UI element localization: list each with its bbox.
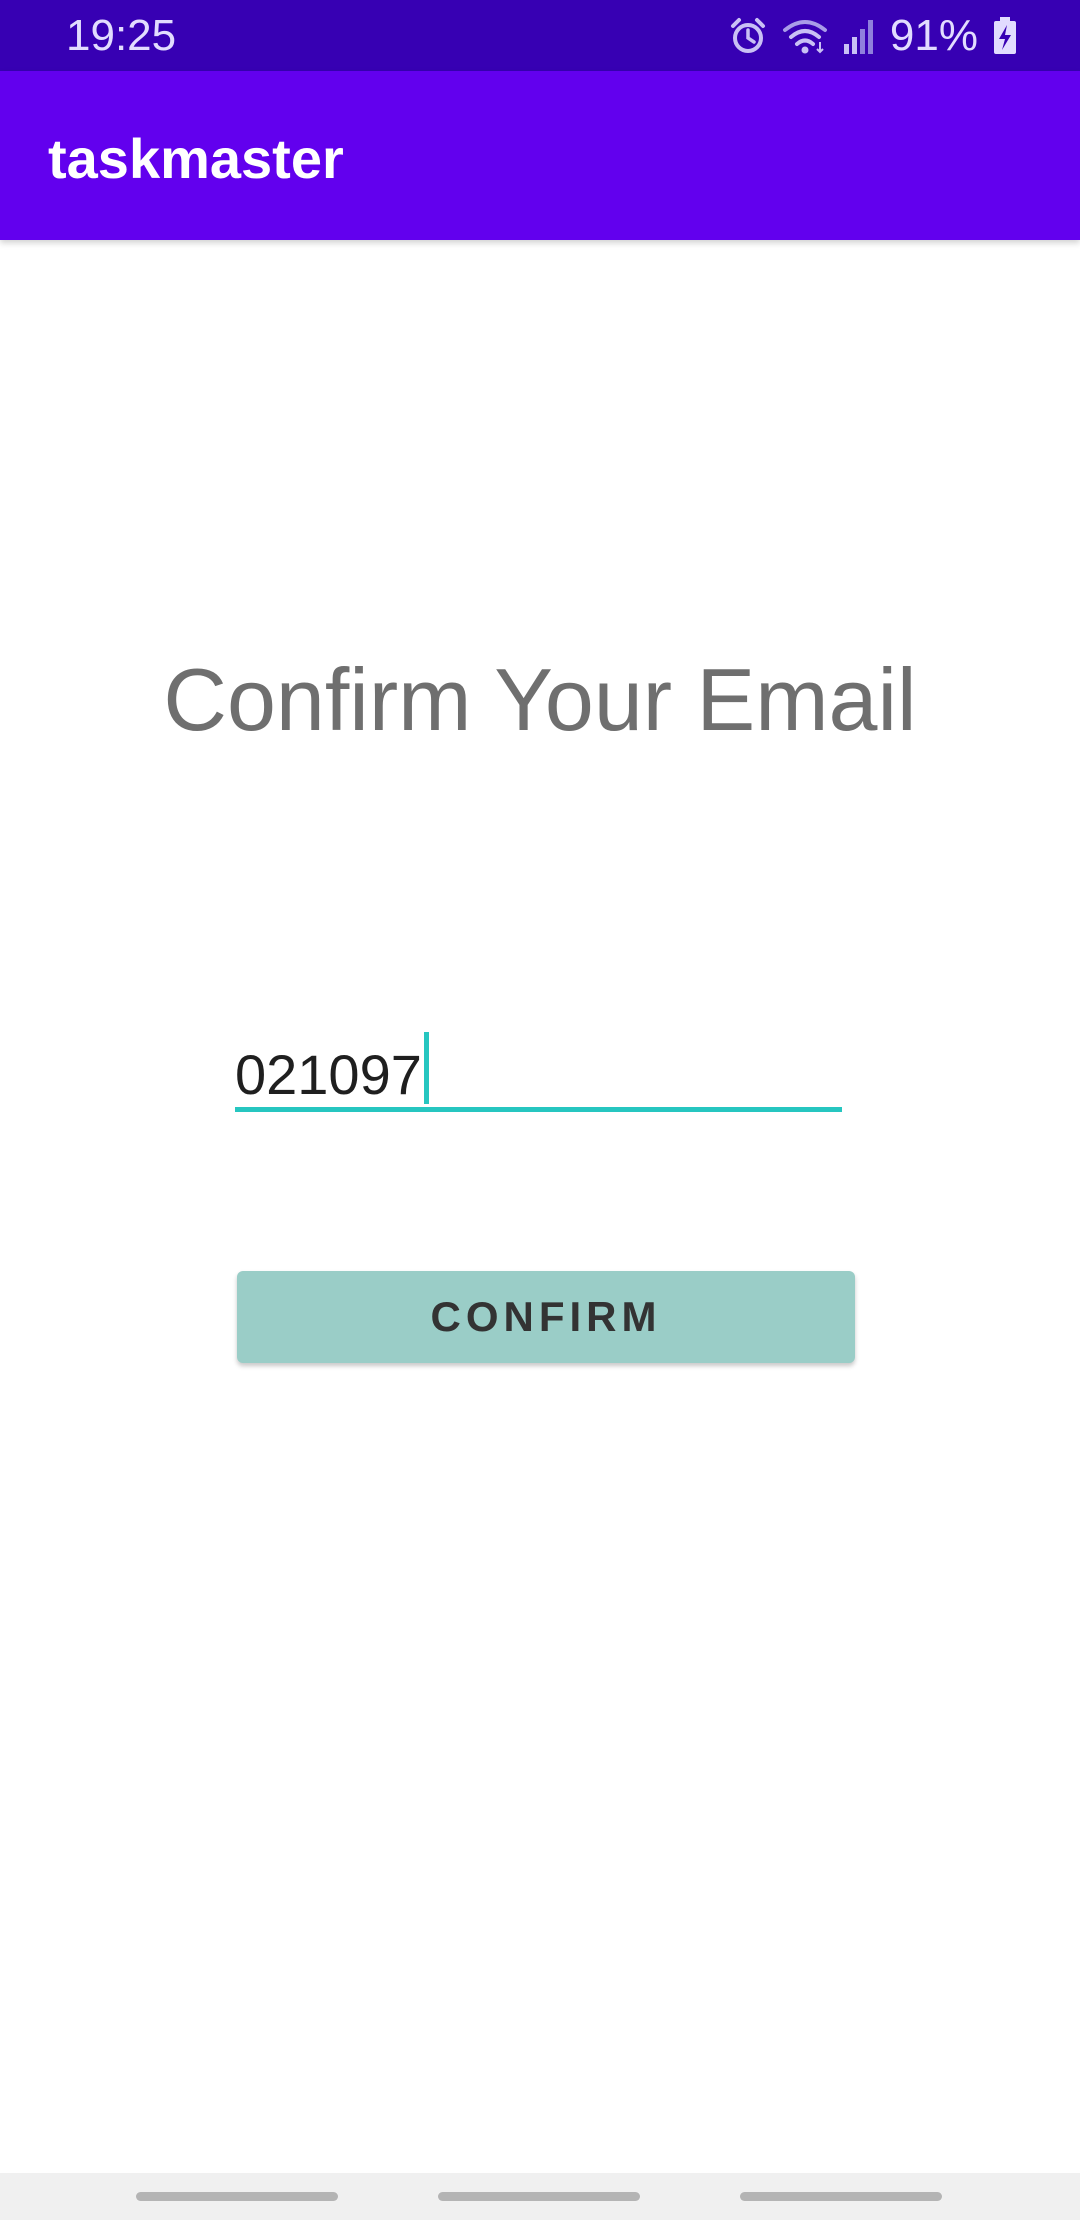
signal-icon: [842, 16, 876, 56]
navigation-bar: [0, 2173, 1080, 2220]
status-bar: 19:25 91%: [0, 0, 1080, 71]
confirm-button[interactable]: CONFIRM: [237, 1271, 855, 1363]
app-bar: taskmaster: [0, 71, 1080, 240]
page-title: Confirm Your Email: [163, 650, 917, 749]
nav-handle-left[interactable]: [136, 2192, 338, 2201]
status-icons: 91%: [728, 10, 1018, 62]
status-time: 19:25: [66, 11, 177, 60]
confirmation-code-field[interactable]: 021097: [235, 1020, 842, 1112]
nav-handle-right[interactable]: [740, 2192, 942, 2201]
screen: 19:25 91% taskmaster Confirm Your Email …: [0, 0, 1080, 2220]
text-cursor: [423, 1032, 429, 1104]
nav-handle-center[interactable]: [438, 2192, 640, 2201]
wifi-icon: [782, 16, 828, 56]
battery-charging-icon: [992, 16, 1018, 56]
battery-percent: 91%: [889, 11, 978, 60]
confirmation-code-value[interactable]: 021097: [235, 1032, 429, 1107]
app-title: taskmaster: [48, 127, 344, 190]
field-underline: [235, 1107, 842, 1112]
code-text: 021097: [235, 1043, 422, 1106]
alarm-icon: [728, 16, 768, 56]
